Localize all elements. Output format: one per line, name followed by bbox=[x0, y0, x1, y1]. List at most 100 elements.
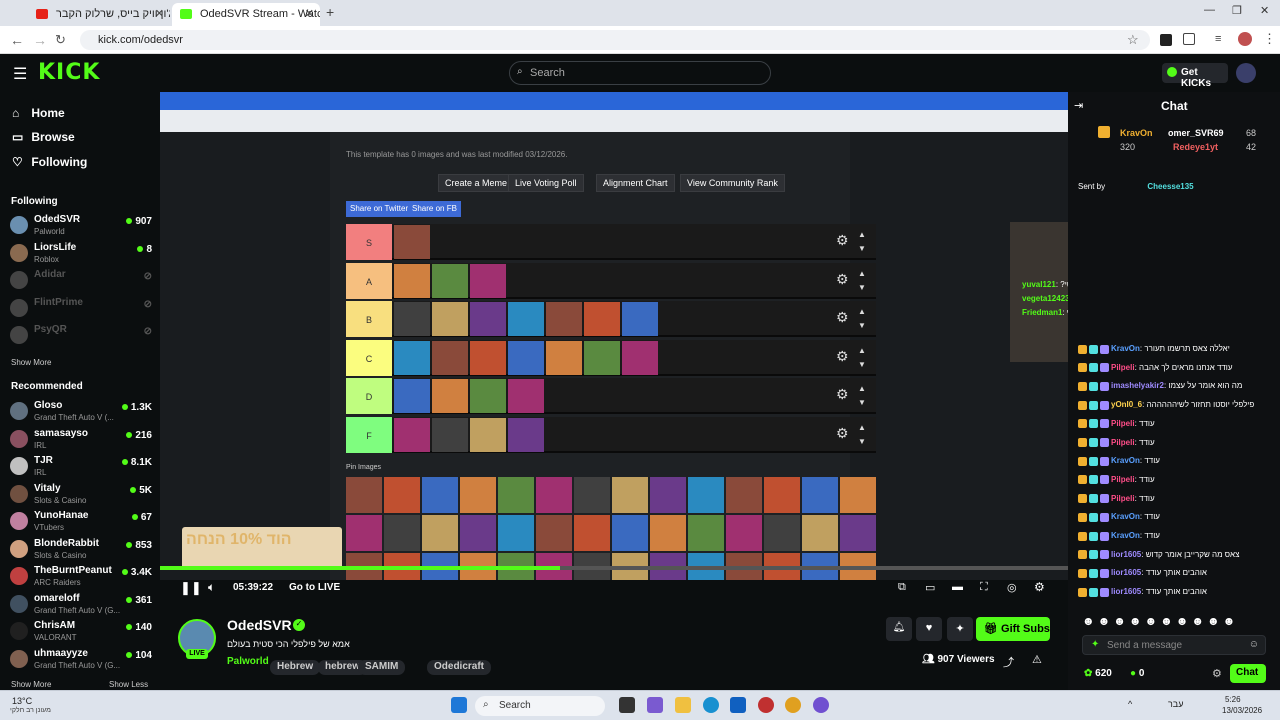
progress-bar[interactable] bbox=[160, 566, 1068, 570]
tier-label[interactable]: S bbox=[346, 224, 392, 260]
chat-username[interactable]: lior1605 bbox=[1111, 587, 1141, 596]
tier-image[interactable] bbox=[546, 340, 582, 375]
weather-temp[interactable]: 13°C bbox=[12, 696, 32, 706]
video-player[interactable]: This template has 0 images and was last … bbox=[160, 92, 1068, 580]
tier-image[interactable] bbox=[394, 225, 430, 259]
tier-image[interactable] bbox=[622, 302, 658, 336]
tier-up-icon[interactable]: ▲ bbox=[858, 269, 866, 278]
pin-image[interactable] bbox=[726, 477, 762, 513]
live-voting-button[interactable]: Live Voting Poll bbox=[508, 174, 584, 192]
tier-settings-icon[interactable]: ⚙ bbox=[836, 309, 849, 326]
chat-username[interactable]: Pilpeli bbox=[1111, 363, 1135, 372]
tier-image[interactable] bbox=[470, 379, 506, 413]
pin-image[interactable] bbox=[422, 515, 458, 551]
tag-item[interactable]: SAMIM bbox=[358, 660, 406, 675]
store-icon[interactable] bbox=[730, 697, 746, 713]
kicks-balance[interactable]: ● 0 bbox=[1130, 668, 1144, 679]
pin-image[interactable] bbox=[650, 515, 686, 551]
app-icon[interactable] bbox=[758, 697, 774, 713]
tier-label[interactable]: F bbox=[346, 416, 392, 453]
chat-username[interactable]: imashelyakir2 bbox=[1111, 381, 1164, 390]
sidebar-channel[interactable]: PsyQR ⊘ bbox=[10, 324, 152, 352]
channel-points[interactable]: ✿ 620 bbox=[1084, 668, 1112, 679]
pin-image[interactable] bbox=[802, 515, 838, 551]
discord-icon[interactable] bbox=[813, 697, 829, 713]
teams-icon[interactable] bbox=[647, 697, 663, 713]
tier-down-icon[interactable]: ▼ bbox=[858, 437, 866, 446]
sidebar-channel[interactable]: YunoHanae VTubers 67 bbox=[10, 510, 152, 538]
pin-image[interactable] bbox=[498, 477, 534, 513]
report-icon[interactable]: ⚠ bbox=[1032, 653, 1042, 666]
profile-avatar[interactable] bbox=[1238, 32, 1252, 46]
tier-image[interactable] bbox=[432, 417, 468, 452]
tier-label[interactable]: C bbox=[346, 339, 392, 376]
pin-image[interactable] bbox=[422, 477, 458, 513]
forward-icon[interactable]: → bbox=[33, 32, 47, 48]
tier-image[interactable] bbox=[470, 302, 506, 336]
tier-image[interactable] bbox=[470, 263, 506, 298]
collapse-chat-icon[interactable]: ⇥ bbox=[1074, 99, 1083, 112]
tier-down-icon[interactable]: ▼ bbox=[858, 360, 866, 369]
pin-image[interactable] bbox=[384, 515, 420, 551]
volume-icon[interactable]: 🔈︎ bbox=[208, 580, 215, 595]
user-avatar[interactable] bbox=[1236, 63, 1256, 83]
show-less[interactable]: Show Less bbox=[109, 680, 148, 689]
tier-down-icon[interactable]: ▼ bbox=[858, 321, 866, 330]
pin-image[interactable] bbox=[536, 477, 572, 513]
tier-image[interactable] bbox=[394, 302, 430, 336]
hamburger-menu-icon[interactable]: ☰ bbox=[13, 64, 27, 84]
chat-message[interactable]: Pilpeli: עודד bbox=[1078, 475, 1278, 492]
search-input[interactable]: ⌕ Search bbox=[509, 61, 771, 85]
close-icon[interactable]: ✕ bbox=[155, 7, 164, 20]
chat-settings-icon[interactable]: ⚙ bbox=[1212, 667, 1222, 680]
theater-icon[interactable]: ▬ bbox=[952, 581, 963, 593]
pause-icon[interactable]: ❚❚ bbox=[180, 580, 202, 596]
tier-image[interactable] bbox=[584, 302, 620, 336]
tier-settings-icon[interactable]: ⚙ bbox=[836, 348, 849, 365]
sidebar-channel[interactable]: ChrisAM VALORANT 140 bbox=[10, 620, 152, 648]
pin-image[interactable] bbox=[764, 477, 800, 513]
channel-name[interactable]: OdedSVR bbox=[227, 617, 292, 633]
go-live-button[interactable]: Go to LIVE bbox=[289, 582, 340, 593]
language-indicator[interactable]: עבר bbox=[1168, 699, 1183, 709]
settings-gear-icon[interactable]: ⚙ bbox=[1034, 580, 1045, 594]
pin-image[interactable] bbox=[460, 515, 496, 551]
extension-icon[interactable] bbox=[1160, 34, 1172, 46]
pin-image[interactable] bbox=[688, 477, 724, 513]
show-more-following[interactable]: Show More bbox=[11, 358, 51, 367]
browser-tab-active[interactable]: OdedSVR Stream - Watch L ✕ bbox=[172, 3, 320, 26]
pin-image[interactable] bbox=[840, 477, 876, 513]
chat-username[interactable]: KravOn bbox=[1111, 344, 1140, 353]
task-view-icon[interactable] bbox=[619, 697, 635, 713]
tier-up-icon[interactable]: ▲ bbox=[858, 384, 866, 393]
chat-username[interactable]: KravOn bbox=[1111, 531, 1140, 540]
tag-item[interactable]: Odedicraft bbox=[427, 660, 492, 675]
emote-bar[interactable]: ☻☻☻☻☻☻☻☻☻☻ bbox=[1082, 614, 1238, 628]
chat-username[interactable]: lior1605 bbox=[1111, 568, 1141, 577]
pin-image[interactable] bbox=[612, 515, 648, 551]
share-fb-button[interactable]: Share on FB bbox=[408, 201, 461, 217]
sidebar-channel[interactable]: Adidar ⊘ bbox=[10, 269, 152, 297]
sidebar-channel[interactable]: TJR IRL 8.1K bbox=[10, 455, 152, 483]
pin-image[interactable] bbox=[460, 477, 496, 513]
tier-image[interactable] bbox=[470, 340, 506, 375]
share-icon[interactable]: ⤴ bbox=[1003, 654, 1014, 670]
pin-image[interactable] bbox=[574, 477, 610, 513]
tier-down-icon[interactable]: ▼ bbox=[858, 244, 866, 253]
bookmark-icon[interactable]: ☆ bbox=[1127, 32, 1139, 48]
community-rank-button[interactable]: View Community Rank bbox=[680, 174, 785, 192]
tier-image[interactable] bbox=[546, 302, 582, 336]
tier-up-icon[interactable]: ▲ bbox=[858, 346, 866, 355]
minimize-icon[interactable]: — bbox=[1204, 4, 1215, 16]
tier-image[interactable] bbox=[394, 263, 430, 298]
tier-image[interactable] bbox=[508, 340, 544, 375]
chat-username[interactable]: Pilpeli bbox=[1111, 438, 1135, 447]
alignment-chart-button[interactable]: Alignment Chart bbox=[596, 174, 675, 192]
tier-up-icon[interactable]: ▲ bbox=[858, 307, 866, 316]
tier-image[interactable] bbox=[508, 302, 544, 336]
sidebar-channel[interactable]: OdedSVR Palworld 907 bbox=[10, 214, 152, 242]
pin-image[interactable] bbox=[802, 477, 838, 513]
tier-up-icon[interactable]: ▲ bbox=[858, 230, 866, 239]
pin-image[interactable] bbox=[650, 477, 686, 513]
sidebar-channel[interactable]: samasayso IRL 216 bbox=[10, 428, 152, 456]
